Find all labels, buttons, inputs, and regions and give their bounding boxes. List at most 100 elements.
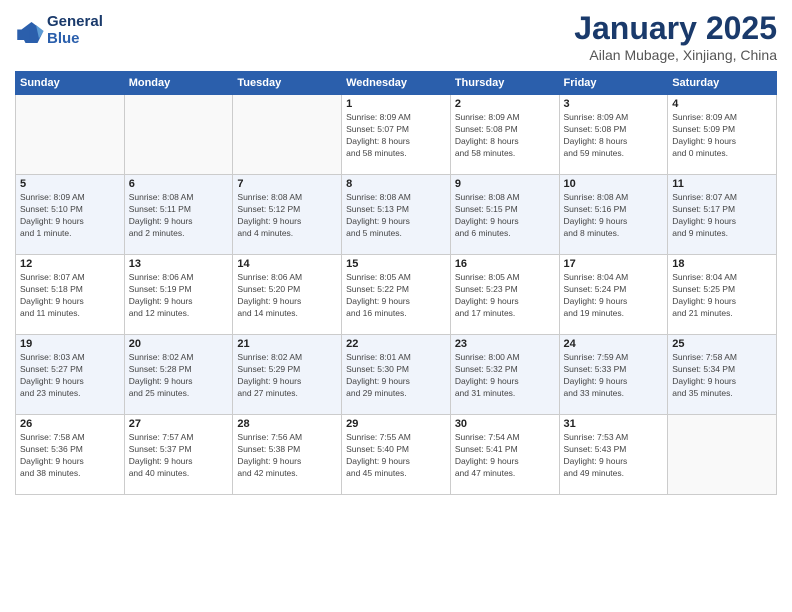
- day-number: 23: [455, 338, 555, 350]
- calendar-cell: 22 Sunrise: 8:01 AM Sunset: 5:30 PM Dayli…: [342, 335, 451, 415]
- col-friday: Friday: [559, 72, 668, 95]
- month-title: January 2025: [574, 10, 777, 47]
- day-number: 25: [672, 338, 772, 350]
- day-number: 7: [237, 178, 337, 190]
- calendar-week-5: 26 Sunrise: 7:58 AM Sunset: 5:36 PM Dayli…: [16, 415, 777, 495]
- day-info: Sunrise: 8:05 AM Sunset: 5:23 PM Dayligh…: [455, 272, 555, 320]
- day-info: Sunrise: 8:08 AM Sunset: 5:13 PM Dayligh…: [346, 192, 446, 240]
- day-info: Sunrise: 8:08 AM Sunset: 5:16 PM Dayligh…: [564, 192, 664, 240]
- day-info: Sunrise: 7:53 AM Sunset: 5:43 PM Dayligh…: [564, 432, 664, 480]
- day-number: 29: [346, 418, 446, 430]
- day-number: 8: [346, 178, 446, 190]
- calendar-cell: 14 Sunrise: 8:06 AM Sunset: 5:20 PM Dayli…: [233, 255, 342, 335]
- calendar-cell: 10 Sunrise: 8:08 AM Sunset: 5:16 PM Dayli…: [559, 175, 668, 255]
- calendar-cell: 19 Sunrise: 8:03 AM Sunset: 5:27 PM Dayli…: [16, 335, 125, 415]
- calendar-cell: 8 Sunrise: 8:08 AM Sunset: 5:13 PM Daylig…: [342, 175, 451, 255]
- day-number: 26: [20, 418, 120, 430]
- calendar-cell: 11 Sunrise: 8:07 AM Sunset: 5:17 PM Dayli…: [668, 175, 777, 255]
- day-info: Sunrise: 8:07 AM Sunset: 5:18 PM Dayligh…: [20, 272, 120, 320]
- calendar-cell: 2Sunrise: 8:09 AM Sunset: 5:08 PM Daylig…: [450, 95, 559, 175]
- day-number: 11: [672, 178, 772, 190]
- day-number: 16: [455, 258, 555, 270]
- day-number: 5: [20, 178, 120, 190]
- day-number: 27: [129, 418, 229, 430]
- day-number: 31: [564, 418, 664, 430]
- day-number: 10: [564, 178, 664, 190]
- calendar-week-3: 12 Sunrise: 8:07 AM Sunset: 5:18 PM Dayli…: [16, 255, 777, 335]
- col-monday: Monday: [124, 72, 233, 95]
- col-saturday: Saturday: [668, 72, 777, 95]
- day-info: Sunrise: 8:04 AM Sunset: 5:24 PM Dayligh…: [564, 272, 664, 320]
- logo-text: General Blue: [47, 14, 103, 47]
- day-info: Sunrise: 8:04 AM Sunset: 5:25 PM Dayligh…: [672, 272, 772, 320]
- calendar-cell: 12 Sunrise: 8:07 AM Sunset: 5:18 PM Dayli…: [16, 255, 125, 335]
- day-info: Sunrise: 8:08 AM Sunset: 5:11 PM Dayligh…: [129, 192, 229, 240]
- calendar-week-4: 19 Sunrise: 8:03 AM Sunset: 5:27 PM Dayli…: [16, 335, 777, 415]
- calendar-cell: [16, 95, 125, 175]
- calendar-cell: 28 Sunrise: 7:56 AM Sunset: 5:38 PM Dayli…: [233, 415, 342, 495]
- calendar-cell: 16 Sunrise: 8:05 AM Sunset: 5:23 PM Dayli…: [450, 255, 559, 335]
- calendar-cell: 26 Sunrise: 7:58 AM Sunset: 5:36 PM Dayli…: [16, 415, 125, 495]
- day-info: Sunrise: 8:02 AM Sunset: 5:28 PM Dayligh…: [129, 352, 229, 400]
- day-info: Sunrise: 8:05 AM Sunset: 5:22 PM Dayligh…: [346, 272, 446, 320]
- day-info: Sunrise: 8:08 AM Sunset: 5:12 PM Dayligh…: [237, 192, 337, 240]
- calendar-cell: 5Sunrise: 8:09 AM Sunset: 5:10 PM Daylig…: [16, 175, 125, 255]
- day-info: Sunrise: 7:55 AM Sunset: 5:40 PM Dayligh…: [346, 432, 446, 480]
- calendar-cell: 1 Sunrise: 8:09 AM Sunset: 5:07 PM Daylig…: [342, 95, 451, 175]
- day-info: Sunrise: 8:09 AM Sunset: 5:08 PM Dayligh…: [564, 112, 664, 160]
- day-number: 13: [129, 258, 229, 270]
- day-info: Sunrise: 8:01 AM Sunset: 5:30 PM Dayligh…: [346, 352, 446, 400]
- col-sunday: Sunday: [16, 72, 125, 95]
- calendar-week-2: 5Sunrise: 8:09 AM Sunset: 5:10 PM Daylig…: [16, 175, 777, 255]
- calendar-cell: 4Sunrise: 8:09 AM Sunset: 5:09 PM Daylig…: [668, 95, 777, 175]
- day-info: Sunrise: 8:09 AM Sunset: 5:09 PM Dayligh…: [672, 112, 772, 160]
- day-number: 28: [237, 418, 337, 430]
- day-info: Sunrise: 8:03 AM Sunset: 5:27 PM Dayligh…: [20, 352, 120, 400]
- day-info: Sunrise: 7:58 AM Sunset: 5:34 PM Dayligh…: [672, 352, 772, 400]
- day-info: Sunrise: 8:00 AM Sunset: 5:32 PM Dayligh…: [455, 352, 555, 400]
- day-info: Sunrise: 8:07 AM Sunset: 5:17 PM Dayligh…: [672, 192, 772, 240]
- day-number: 3: [564, 98, 664, 110]
- day-number: 24: [564, 338, 664, 350]
- calendar-week-1: 1 Sunrise: 8:09 AM Sunset: 5:07 PM Daylig…: [16, 95, 777, 175]
- day-number: 20: [129, 338, 229, 350]
- logo: General Blue: [15, 14, 103, 47]
- day-number: 1: [346, 98, 446, 110]
- day-info: Sunrise: 7:57 AM Sunset: 5:37 PM Dayligh…: [129, 432, 229, 480]
- logo-icon: [15, 16, 45, 46]
- day-number: 2: [455, 98, 555, 110]
- day-info: Sunrise: 8:09 AM Sunset: 5:07 PM Dayligh…: [346, 112, 446, 160]
- calendar-cell: 30 Sunrise: 7:54 AM Sunset: 5:41 PM Dayli…: [450, 415, 559, 495]
- calendar-cell: 23 Sunrise: 8:00 AM Sunset: 5:32 PM Dayli…: [450, 335, 559, 415]
- title-area: January 2025 Ailan Mubage, Xinjiang, Chi…: [574, 10, 777, 63]
- day-info: Sunrise: 7:54 AM Sunset: 5:41 PM Dayligh…: [455, 432, 555, 480]
- calendar-table: Sunday Monday Tuesday Wednesday Thursday…: [15, 71, 777, 495]
- calendar-cell: 15Sunrise: 8:05 AM Sunset: 5:22 PM Dayli…: [342, 255, 451, 335]
- calendar-cell: 3 Sunrise: 8:09 AM Sunset: 5:08 PM Daylig…: [559, 95, 668, 175]
- calendar-cell: [668, 415, 777, 495]
- day-number: 22: [346, 338, 446, 350]
- calendar-cell: 7 Sunrise: 8:08 AM Sunset: 5:12 PM Daylig…: [233, 175, 342, 255]
- day-info: Sunrise: 7:58 AM Sunset: 5:36 PM Dayligh…: [20, 432, 120, 480]
- day-number: 6: [129, 178, 229, 190]
- page-container: General Blue January 2025 Ailan Mubage, …: [0, 0, 792, 505]
- day-number: 30: [455, 418, 555, 430]
- calendar-cell: [233, 95, 342, 175]
- location-subtitle: Ailan Mubage, Xinjiang, China: [574, 47, 777, 63]
- day-info: Sunrise: 7:59 AM Sunset: 5:33 PM Dayligh…: [564, 352, 664, 400]
- col-wednesday: Wednesday: [342, 72, 451, 95]
- day-number: 21: [237, 338, 337, 350]
- day-number: 17: [564, 258, 664, 270]
- calendar-cell: 9 Sunrise: 8:08 AM Sunset: 5:15 PM Daylig…: [450, 175, 559, 255]
- day-info: Sunrise: 7:56 AM Sunset: 5:38 PM Dayligh…: [237, 432, 337, 480]
- day-info: Sunrise: 8:08 AM Sunset: 5:15 PM Dayligh…: [455, 192, 555, 240]
- day-number: 19: [20, 338, 120, 350]
- col-tuesday: Tuesday: [233, 72, 342, 95]
- day-number: 12: [20, 258, 120, 270]
- day-number: 18: [672, 258, 772, 270]
- day-number: 14: [237, 258, 337, 270]
- header-row: Sunday Monday Tuesday Wednesday Thursday…: [16, 72, 777, 95]
- day-number: 9: [455, 178, 555, 190]
- day-info: Sunrise: 8:06 AM Sunset: 5:20 PM Dayligh…: [237, 272, 337, 320]
- day-info: Sunrise: 8:06 AM Sunset: 5:19 PM Dayligh…: [129, 272, 229, 320]
